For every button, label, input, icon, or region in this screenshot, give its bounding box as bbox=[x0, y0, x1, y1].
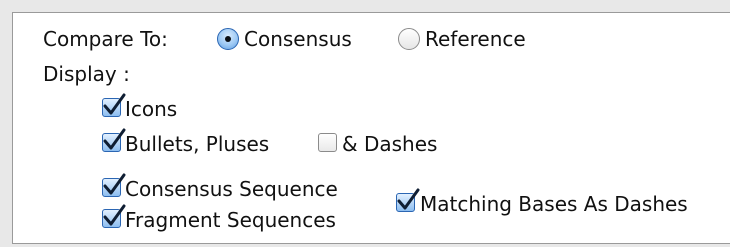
checkmark-icon bbox=[397, 188, 420, 210]
consensus-sequence-checkbox[interactable] bbox=[102, 173, 126, 197]
consensus-sequence-label[interactable]: Consensus Sequence bbox=[125, 177, 338, 201]
bullets-pluses-label[interactable]: Bullets, Pluses bbox=[125, 132, 269, 156]
matching-bases-checkbox[interactable] bbox=[396, 188, 420, 212]
matching-bases-label[interactable]: Matching Bases As Dashes bbox=[420, 192, 688, 216]
checkmark-icon bbox=[103, 204, 126, 226]
consensus-radio[interactable] bbox=[217, 28, 239, 50]
fragment-sequences-label[interactable]: Fragment Sequences bbox=[125, 208, 336, 232]
bullets-pluses-checkbox[interactable] bbox=[102, 128, 126, 152]
icons-label[interactable]: Icons bbox=[125, 97, 177, 121]
checkmark-icon bbox=[103, 173, 126, 195]
icons-checkbox[interactable] bbox=[102, 93, 126, 117]
display-label: Display : bbox=[43, 62, 130, 86]
checkmark-icon bbox=[103, 128, 126, 150]
consensus-radio-label[interactable]: Consensus bbox=[244, 27, 352, 51]
dashes-checkbox[interactable] bbox=[318, 133, 337, 152]
fragment-sequences-checkbox[interactable] bbox=[102, 204, 126, 228]
reference-radio-label[interactable]: Reference bbox=[425, 27, 526, 51]
dashes-label[interactable]: & Dashes bbox=[342, 132, 437, 156]
reference-radio[interactable] bbox=[398, 28, 420, 50]
compare-to-label: Compare To: bbox=[43, 27, 168, 51]
checkmark-icon bbox=[103, 93, 126, 115]
